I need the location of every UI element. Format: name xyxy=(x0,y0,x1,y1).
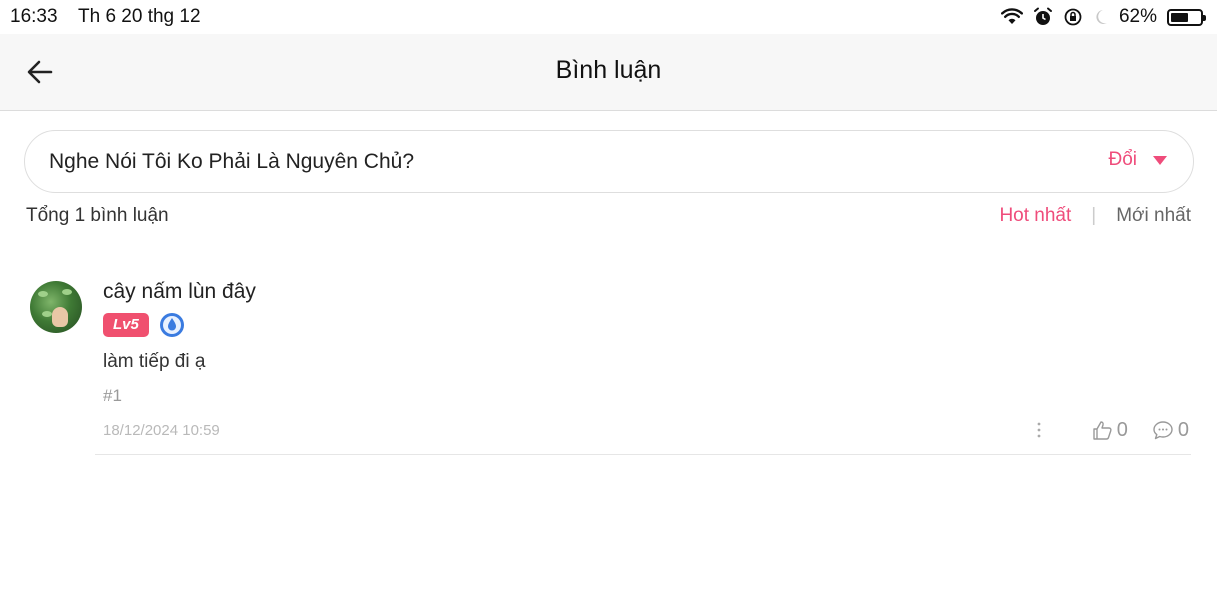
like-count: 0 xyxy=(1116,418,1128,441)
status-icons: 62% xyxy=(1000,5,1206,29)
thumbs-up-icon xyxy=(1093,421,1112,440)
dropdown-triangle-icon xyxy=(1153,155,1167,165)
comment-actions: 0 0 xyxy=(1029,418,1189,442)
comment-floor-number: #1 xyxy=(103,386,122,405)
comment-bubble-icon xyxy=(1153,421,1173,440)
comment-text: làm tiếp đi ạ xyxy=(103,351,206,372)
comment-timestamp: 18/12/2024 10:59 xyxy=(103,422,220,439)
user-badges: Lv5 xyxy=(103,312,185,338)
avatar-hand xyxy=(52,307,68,327)
wifi-icon xyxy=(1000,8,1023,24)
more-vertical-icon xyxy=(1037,422,1041,438)
change-chapter-label: Đổi xyxy=(1108,149,1137,170)
app-header: Bình luận xyxy=(0,34,1217,111)
level-badge: Lv5 xyxy=(103,313,149,337)
avatar-leaf xyxy=(42,311,52,317)
comments-count-row: Tổng 1 bình luận Hot nhất | Mới nhất xyxy=(0,193,1217,233)
page-title: Bình luận xyxy=(555,56,662,84)
reply-count: 0 xyxy=(1177,418,1189,441)
status-date: Th 6 20 thg 12 xyxy=(78,6,201,27)
chapter-title: Nghe Nói Tôi Ko Phải Là Nguyên Chủ? xyxy=(49,150,415,173)
like-button[interactable]: 0 xyxy=(1091,419,1128,442)
comment-count-label: Tổng 1 bình luận xyxy=(26,205,169,226)
battery-icon xyxy=(1167,8,1206,26)
avatar[interactable] xyxy=(30,281,82,333)
vip-drop-icon xyxy=(159,313,184,337)
sort-separator: | xyxy=(1091,205,1097,226)
battery-percent: 62% xyxy=(1118,6,1157,27)
status-time: 16:33 xyxy=(10,6,58,27)
moon-icon xyxy=(1096,10,1107,24)
comment-divider xyxy=(95,454,1191,455)
sort-options: Hot nhất | Mới nhất xyxy=(999,205,1191,227)
sort-new-tab[interactable]: Mới nhất xyxy=(1116,205,1191,227)
rotation-lock-icon xyxy=(1064,8,1082,26)
alarm-icon xyxy=(1033,7,1052,25)
comment-username[interactable]: cây nấm lùn đây xyxy=(103,280,256,304)
change-chapter-button[interactable]: Đổi xyxy=(1108,149,1167,171)
avatar-leaf xyxy=(62,289,72,295)
status-bar: 16:33 Th 6 20 thg 12 62% xyxy=(0,0,1217,34)
more-options-button[interactable] xyxy=(1029,418,1049,442)
avatar-leaf xyxy=(38,291,48,297)
battery-fill xyxy=(1171,12,1189,22)
comment-item: cây nấm lùn đây Lv5 làm tiếp đi ạ #1 18/… xyxy=(0,270,1217,456)
sort-hot-tab[interactable]: Hot nhất xyxy=(999,205,1071,227)
reply-button[interactable]: 0 xyxy=(1152,419,1189,442)
chapter-selector[interactable]: Nghe Nói Tôi Ko Phải Là Nguyên Chủ? Đổi xyxy=(24,130,1194,193)
